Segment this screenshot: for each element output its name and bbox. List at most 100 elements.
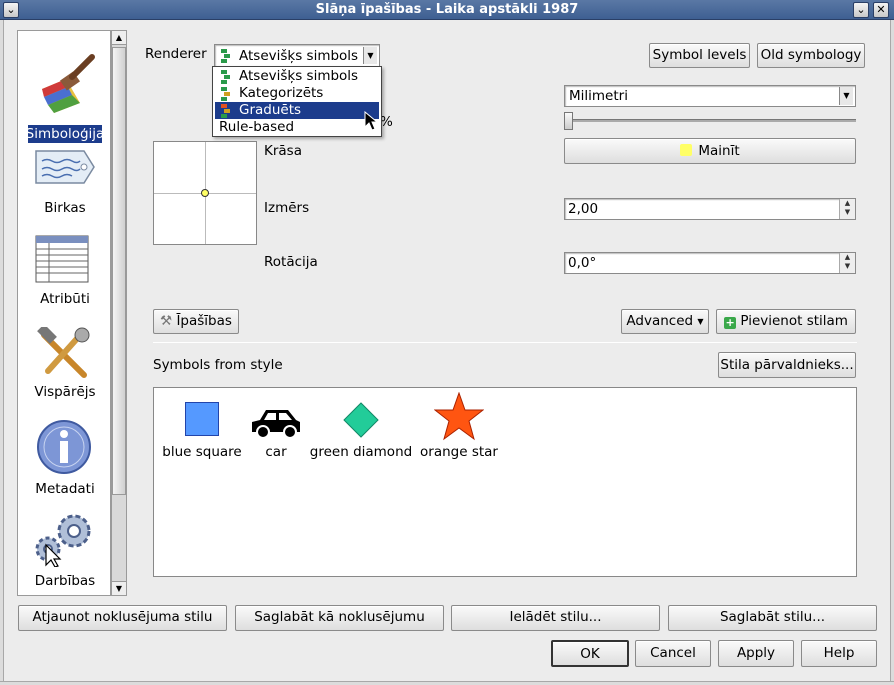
sidebar-item-label: Vispārējs	[34, 384, 96, 400]
minimize-button[interactable]: ⌄	[853, 2, 869, 18]
symbol-label: car	[265, 444, 287, 460]
orange-star-icon	[434, 392, 484, 441]
spin-arrows-icon[interactable]: ▲ ▼	[839, 253, 855, 273]
unit-value: Milimetri	[569, 88, 628, 104]
sidebar-scrollbar[interactable]: ▲ ▼	[111, 30, 127, 596]
scroll-up-arrow-icon[interactable]: ▲	[112, 31, 126, 45]
sidebar-item-label: Birkas	[44, 200, 86, 216]
table-icon	[35, 235, 89, 283]
cancel-button[interactable]: Cancel	[635, 640, 711, 667]
help-button[interactable]: Help	[801, 640, 877, 667]
sidebar-item-label: Atribūti	[40, 291, 90, 307]
advanced-label: Advanced	[626, 313, 694, 329]
unit-combobox[interactable]: Milimetri ▼	[564, 85, 856, 107]
categorized-icon	[221, 87, 230, 101]
load-style-button[interactable]: Ielādēt stilu...	[451, 605, 660, 631]
symbol-label: blue square	[162, 444, 242, 460]
info-icon	[37, 420, 91, 474]
transparency-slider-handle[interactable]	[564, 112, 573, 130]
change-color-button[interactable]: Mainīt	[564, 138, 856, 164]
gears-icon	[35, 514, 91, 567]
advanced-button[interactable]: Advanced ▼	[621, 309, 709, 334]
renderer-option[interactable]: Atsevišķs simbols	[213, 68, 381, 85]
rotation-spinbox[interactable]: 0,0° ▲ ▼	[564, 252, 856, 274]
save-as-default-button[interactable]: Saglabāt kā noklusējumu	[235, 605, 444, 631]
renderer-option-label: Graduēts	[239, 102, 302, 118]
sidebar: Simboloģija Birkas Atribūti Vispārējs Me…	[17, 30, 111, 596]
renderer-option-highlighted[interactable]: Graduēts	[215, 102, 379, 119]
symbol-item[interactable]: car	[245, 394, 307, 464]
sidebar-item-symbology[interactable]: Simboloģija	[18, 51, 112, 151]
transparency-slider-track[interactable]	[564, 119, 856, 122]
sidebar-item-attributes[interactable]: Atribūti	[18, 231, 112, 311]
scrollbar-thumb[interactable]	[112, 47, 126, 495]
tools-icon	[37, 327, 90, 378]
restore-default-style-button[interactable]: Atjaunot noklusējuma stilu	[18, 605, 227, 631]
ok-button[interactable]: OK	[551, 640, 629, 667]
properties-button[interactable]: ⚒ Īpašības	[153, 309, 239, 334]
renderer-dropdown-list: Atsevišķs simbols Kategorizēts Graduēts …	[212, 66, 382, 137]
properties-label: Īpašības	[176, 313, 232, 329]
window-title: Slāņa īpašības - Laika apstākli 1987	[315, 2, 579, 17]
sidebar-item-actions[interactable]: Darbības	[18, 507, 112, 597]
single-symbol-icon	[221, 70, 230, 84]
chevron-down-icon[interactable]: ▼	[839, 87, 853, 105]
chevron-down-icon[interactable]: ▼	[363, 47, 377, 64]
close-button[interactable]: ✕	[873, 2, 889, 18]
renderer-value: Atsevišķs simbols	[239, 48, 359, 64]
sidebar-item-labels[interactable]: Birkas	[18, 141, 112, 221]
renderer-option-label: Atsevišķs simbols	[239, 68, 359, 84]
sidebar-item-general[interactable]: Vispārējs	[18, 323, 112, 403]
sidebar-item-label: Metadati	[35, 481, 95, 497]
apply-button[interactable]: Apply	[718, 640, 794, 667]
symbol-label: orange star	[420, 444, 498, 460]
style-manager-button[interactable]: Stila pārvaldnieks...	[718, 352, 856, 378]
renderer-label: Renderer	[145, 46, 207, 62]
car-icon	[252, 410, 300, 439]
symbol-preview	[153, 141, 257, 245]
chevron-down-icon: ⌄	[856, 3, 866, 16]
sidebar-item-label: Simboloģija	[25, 126, 105, 142]
sidebar-item-metadata[interactable]: Metadati	[18, 415, 112, 497]
symbol-item[interactable]: green diamond	[309, 394, 413, 464]
symbol-item[interactable]: orange star	[417, 390, 501, 464]
window-border-left	[0, 20, 4, 685]
old-symbology-button[interactable]: Old symbology	[757, 43, 865, 68]
brush-icon	[42, 54, 95, 113]
chevron-down-icon: ⌄	[6, 3, 16, 16]
window-menu-button[interactable]: ⌄	[3, 2, 19, 18]
renderer-option[interactable]: Rule-based	[213, 119, 381, 136]
scroll-down-arrow-icon[interactable]: ▼	[112, 581, 126, 595]
preview-marker-icon	[201, 189, 209, 197]
plus-icon: +	[724, 316, 737, 329]
add-to-style-label: Pievienot stilam	[740, 313, 848, 329]
renderer-combobox[interactable]: Atsevišķs simbols ▼	[214, 44, 380, 67]
symbols-heading: Symbols from style	[153, 357, 283, 373]
save-style-button[interactable]: Saglabāt stilu...	[668, 605, 877, 631]
rotation-value: 0,0°	[568, 255, 597, 271]
renderer-option[interactable]: Kategorizēts	[213, 85, 381, 102]
symbol-levels-button[interactable]: Symbol levels	[649, 43, 750, 68]
close-icon: ✕	[876, 3, 886, 16]
size-spinbox[interactable]: 2,00 ▲ ▼	[564, 198, 856, 220]
chevron-down-icon: ▼	[697, 317, 704, 326]
blue-square-icon	[185, 402, 219, 436]
separator	[153, 342, 857, 343]
symbol-label: green diamond	[309, 444, 413, 460]
renderer-option-label: Rule-based	[219, 119, 295, 135]
spin-arrows-icon[interactable]: ▲ ▼	[839, 199, 855, 219]
mouse-cursor-icon	[364, 111, 378, 131]
symbols-list[interactable]: blue square car green diamond orange sta…	[153, 387, 857, 577]
window-border-bottom	[0, 681, 894, 685]
tag-icon	[35, 150, 95, 184]
green-diamond-icon	[343, 402, 379, 438]
size-value: 2,00	[568, 201, 599, 217]
symbol-item[interactable]: blue square	[162, 394, 242, 464]
add-to-style-button[interactable]: + Pievienot stilam	[716, 309, 856, 334]
rotation-label: Rotācija	[264, 254, 318, 270]
color-swatch	[680, 144, 693, 156]
graduated-icon	[221, 104, 230, 118]
renderer-option-label: Kategorizēts	[239, 85, 324, 101]
window-border-right	[890, 20, 894, 685]
color-label: Krāsa	[264, 143, 302, 159]
